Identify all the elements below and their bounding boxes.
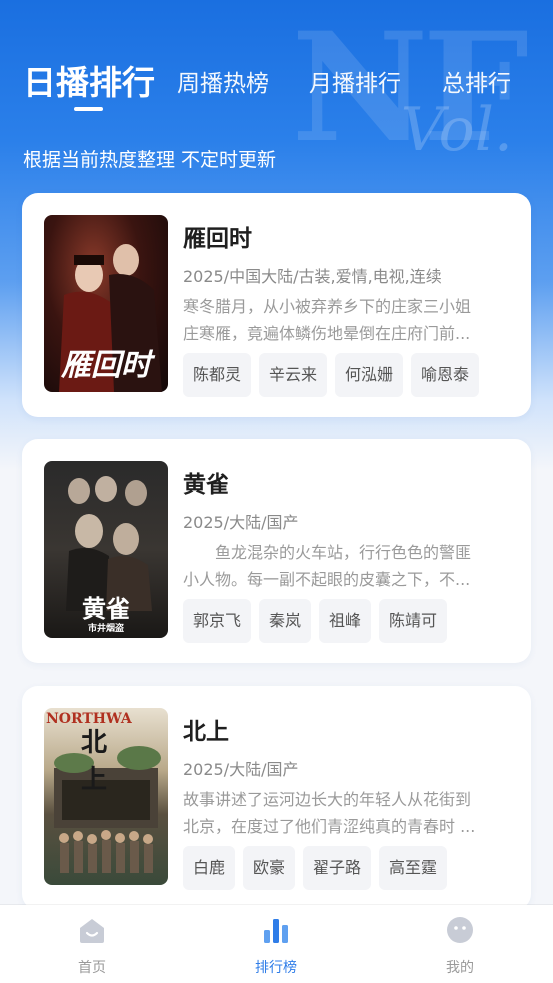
drama-description: 寒冬腊月，从小被弃养乡下的庄家三小姐 庄寒雁，竟遍体鳞伤地晕倒在庄府门前... xyxy=(183,293,503,347)
drama-title: 北上 xyxy=(183,719,229,745)
tab-monthly[interactable]: 月播排行 xyxy=(309,64,401,98)
cast-tags: 郭京飞 秦岚 祖峰 陈靖可 xyxy=(183,599,448,643)
nav-profile[interactable]: 我的 xyxy=(400,905,520,983)
drama-card[interactable]: 黄雀 市井烟盗 黄雀 2025/大陆/国产 鱼龙混杂的火车站，行行色色的警匪 小… xyxy=(22,439,531,663)
tab-total[interactable]: 总排行 xyxy=(442,64,511,98)
tab-daily[interactable]: 日播排行 xyxy=(23,56,155,104)
drama-meta: 2025/中国大陆/古装,爱情,电视,连续 xyxy=(183,267,442,286)
cast-tag[interactable]: 祖峰 xyxy=(319,599,372,643)
chart-icon xyxy=(264,919,288,943)
cast-tag[interactable]: 秦岚 xyxy=(259,599,312,643)
home-icon xyxy=(80,919,104,943)
cast-tag[interactable]: 白鹿 xyxy=(183,846,236,890)
cast-tag[interactable]: 陈靖可 xyxy=(379,599,448,643)
cast-tag[interactable]: 陈都灵 xyxy=(183,353,252,397)
cast-tags: 白鹿 欧豪 翟子路 高至霆 xyxy=(183,846,448,890)
description-line: 庄寒雁，竟遍体鳞伤地晕倒在庄府门前... xyxy=(183,324,471,343)
drama-title: 黄雀 xyxy=(183,472,229,498)
poster-image: 雁回时 xyxy=(44,215,168,392)
nav-label: 排行榜 xyxy=(255,960,297,976)
drama-card[interactable]: 雁回时 雁回时 2025/中国大陆/古装,爱情,电视,连续 寒冬腊月，从小被弃养… xyxy=(22,193,531,417)
description-line: 鱼龙混杂的火车站，行行色色的警匪 xyxy=(183,543,472,562)
poster-title: 雁回时 xyxy=(61,348,151,383)
poster-title: 北上 xyxy=(80,728,107,795)
bottom-navigation: 首页 排行榜 我的 xyxy=(0,905,553,983)
cast-tag[interactable]: 喻恩泰 xyxy=(411,353,480,397)
cast-tags: 陈都灵 辛云来 何泓姗 喻恩泰 xyxy=(183,353,480,397)
cast-tag[interactable]: 辛云来 xyxy=(259,353,328,397)
drama-card[interactable]: NORTHWA 北上 北上 2025/大陆/国产 故事讲述了运河边长大的年轻人从… xyxy=(22,686,531,910)
nav-ranking[interactable]: 排行榜 xyxy=(216,905,336,983)
drama-meta: 2025/大陆/国产 xyxy=(183,760,299,779)
cast-tag[interactable]: 郭京飞 xyxy=(183,599,252,643)
drama-description: 鱼龙混杂的火车站，行行色色的警匪 小人物。每一副不起眼的皮囊之下，不... xyxy=(183,539,503,593)
drama-description: 故事讲述了运河边长大的年轻人从花街到 北京，在度过了他们青涩纯真的青春时 ... xyxy=(183,786,503,840)
poster-subtitle: 市井烟盗 xyxy=(87,624,124,634)
cast-tag[interactable]: 高至霆 xyxy=(379,846,448,890)
description-line: 寒冬腊月，从小被弃养乡下的庄家三小姐 xyxy=(183,297,472,316)
cast-tag[interactable]: 欧豪 xyxy=(243,846,296,890)
tab-weekly[interactable]: 周播热榜 xyxy=(177,64,269,98)
nav-home[interactable]: 首页 xyxy=(32,905,152,983)
poster-image: NORTHWA 北上 xyxy=(44,708,168,885)
poster-image: 黄雀 市井烟盗 xyxy=(44,461,168,638)
cast-tag[interactable]: 翟子路 xyxy=(303,846,372,890)
description-line: 故事讲述了运河边长大的年轻人从花街到 xyxy=(183,790,472,809)
drama-title: 雁回时 xyxy=(183,226,252,252)
nav-label: 我的 xyxy=(446,960,474,976)
ranking-tabs: 日播排行 周播热榜 月播排行 总排行 xyxy=(0,0,553,120)
profile-icon xyxy=(447,917,473,943)
description-line: 北京，在度过了他们青涩纯真的青春时 ... xyxy=(183,817,476,836)
cast-tag[interactable]: 何泓姗 xyxy=(335,353,404,397)
description-line: 小人物。每一副不起眼的皮囊之下，不... xyxy=(183,570,471,589)
active-tab-indicator xyxy=(74,107,103,111)
drama-meta: 2025/大陆/国产 xyxy=(183,513,299,532)
page-subtitle: 根据当前热度整理 不定时更新 xyxy=(23,149,277,171)
poster-title: 黄雀 xyxy=(82,594,130,623)
nav-label: 首页 xyxy=(78,960,106,976)
